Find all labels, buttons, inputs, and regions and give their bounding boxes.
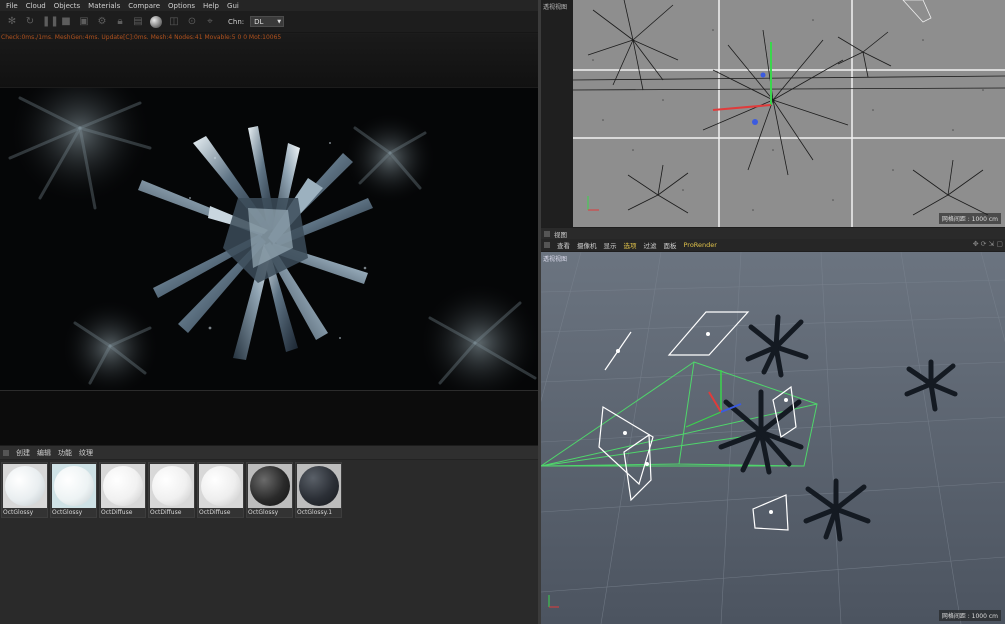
material-name: OctGlossy — [248, 509, 279, 516]
crystal-render-image — [0, 88, 538, 390]
settings-icon[interactable]: ✻ — [6, 16, 18, 28]
material-tile[interactable]: OctGlossy — [1, 462, 48, 518]
viewport-bottom-title-bar: 视图 — [541, 228, 1005, 239]
menu-gui[interactable]: Gui — [227, 2, 239, 10]
stop-icon[interactable]: ■ — [60, 16, 72, 28]
menu-create[interactable]: 创建 — [16, 448, 30, 458]
menu-bar: File Cloud Objects Materials Compare Opt… — [0, 0, 538, 11]
material-preview — [199, 464, 243, 508]
material-preview — [52, 464, 96, 508]
maximize-icon[interactable]: ▢ — [996, 240, 1003, 248]
pin-icon[interactable]: ⌖ — [204, 16, 216, 28]
material-list: OctGlossy OctGlossy OctDiffuse OctDiffus… — [1, 462, 342, 518]
lock-icon[interactable]: 🔒︎ — [114, 16, 126, 28]
save-icon[interactable]: ▣ — [78, 16, 90, 28]
wireframe-scene — [573, 0, 1005, 227]
rotate-icon[interactable]: ⟳ — [981, 240, 987, 248]
viewport-bottom[interactable]: 透视视图 网格间距: 1000 cm — [541, 252, 1005, 624]
material-manager: 创建 编辑 功能 纹理 OctGlossy OctGlossy OctDiffu… — [0, 446, 538, 624]
menu-function[interactable]: 功能 — [58, 448, 72, 458]
menu-objects[interactable]: Objects — [54, 2, 80, 10]
material-ball — [54, 466, 94, 506]
menu-options[interactable]: Options — [168, 2, 195, 10]
menu-view[interactable]: 查看 — [557, 240, 570, 250]
render-view[interactable] — [0, 88, 538, 390]
render-toolbar: ✻ ↻ ❚❚ ■ ▣ ⚙ 🔒︎ ▤ ◫ ⊙ ⌖ Chn: DL ▼ — [0, 11, 538, 33]
material-ball — [103, 466, 143, 506]
material-tile[interactable]: OctGlossy — [50, 462, 97, 518]
menu-materials[interactable]: Materials — [88, 2, 120, 10]
material-name: OctGlossy.1 — [297, 509, 333, 516]
panel-grip-icon[interactable] — [544, 230, 550, 237]
material-name: OctDiffuse — [101, 509, 133, 516]
menu-file[interactable]: File — [6, 2, 18, 10]
render-status: Check:0ms./1ms. MeshGen:4ms. Update[C]:0… — [1, 34, 282, 41]
channel-value: DL — [254, 17, 264, 26]
pause-icon[interactable]: ❚❚ — [42, 16, 59, 28]
material-preview — [297, 464, 341, 508]
material-ball — [5, 466, 45, 506]
material-tile[interactable]: OctDiffuse — [99, 462, 146, 518]
render-upper-band — [0, 34, 538, 87]
grid-spacing-info: 网格间距 : 1000 cm — [938, 213, 1001, 224]
material-preview — [3, 464, 47, 508]
region-icon[interactable]: ⚙ — [96, 16, 108, 28]
material-name: OctDiffuse — [150, 509, 182, 516]
wireframe-canvas[interactable]: 网格间距 : 1000 cm — [573, 0, 1005, 227]
material-ball — [299, 466, 339, 506]
material-tile[interactable]: OctDiffuse — [148, 462, 195, 518]
menu-compare[interactable]: Compare — [128, 2, 160, 10]
viewport-nav-icons: ✥ ⟳ ⇲ ▢ — [973, 240, 1003, 248]
material-manager-menu: 创建 编辑 功能 纹理 — [0, 446, 538, 460]
menu-display[interactable]: 显示 — [604, 240, 617, 250]
material-name: OctDiffuse — [199, 509, 231, 516]
material-ball — [152, 466, 192, 506]
viewport-label: 透视视图 — [543, 256, 568, 263]
menu-help[interactable]: Help — [203, 2, 219, 10]
material-preview — [101, 464, 145, 508]
menu-options[interactable]: 选项 — [624, 240, 637, 250]
channel-select[interactable]: DL ▼ — [250, 16, 285, 27]
material-name: OctGlossy — [52, 509, 83, 516]
refresh-icon[interactable]: ↻ — [24, 16, 36, 28]
material-tile[interactable]: OctGlossy — [246, 462, 293, 518]
material-tile[interactable]: OctDiffuse — [197, 462, 244, 518]
menu-edit[interactable]: 编辑 — [37, 448, 51, 458]
perspective-scene — [541, 252, 1005, 624]
material-name: OctGlossy — [3, 509, 34, 516]
menu-panel[interactable]: 面板 — [664, 240, 677, 250]
render-lower-band — [0, 390, 538, 445]
menu-prorender[interactable]: ProRender — [684, 241, 717, 249]
grid-spacing-info: 网格间距 : 1000 cm — [938, 610, 1001, 621]
material-preview — [248, 464, 292, 508]
pick-icon[interactable]: ◫ — [168, 16, 180, 28]
material-ball — [201, 466, 241, 506]
material-preview — [150, 464, 194, 508]
panel-grip-icon[interactable] — [544, 242, 550, 248]
material-sphere-icon[interactable] — [150, 15, 162, 28]
viewport-top[interactable]: 透视视图 网格间距: 1000 cm — [541, 0, 1005, 227]
material-tile[interactable]: OctGlossy.1 — [295, 462, 342, 518]
menu-cloud[interactable]: Cloud — [26, 2, 46, 10]
panel-grip-icon[interactable] — [3, 449, 9, 456]
menu-camera[interactable]: 摄像机 — [577, 240, 597, 250]
chevron-down-icon: ▼ — [277, 18, 282, 25]
channel-label: Chn: — [228, 17, 245, 26]
focus-icon[interactable]: ⊙ — [186, 16, 198, 28]
clay-icon[interactable]: ▤ — [132, 16, 144, 28]
move-icon[interactable]: ✥ — [973, 240, 979, 248]
viewport-label: 透视视图 — [543, 4, 568, 11]
menu-texture[interactable]: 纹理 — [79, 448, 93, 458]
viewport-menu-bar: 查看 摄像机 显示 选项 过滤 面板 ProRender ✥ ⟳ ⇲ ▢ — [541, 239, 1005, 251]
zoom-icon[interactable]: ⇲ — [989, 240, 995, 248]
menu-filter[interactable]: 过滤 — [644, 240, 657, 250]
material-ball — [250, 466, 290, 506]
panel-title: 视图 — [554, 230, 567, 239]
octane-live-viewer: File Cloud Objects Materials Compare Opt… — [0, 0, 538, 624]
